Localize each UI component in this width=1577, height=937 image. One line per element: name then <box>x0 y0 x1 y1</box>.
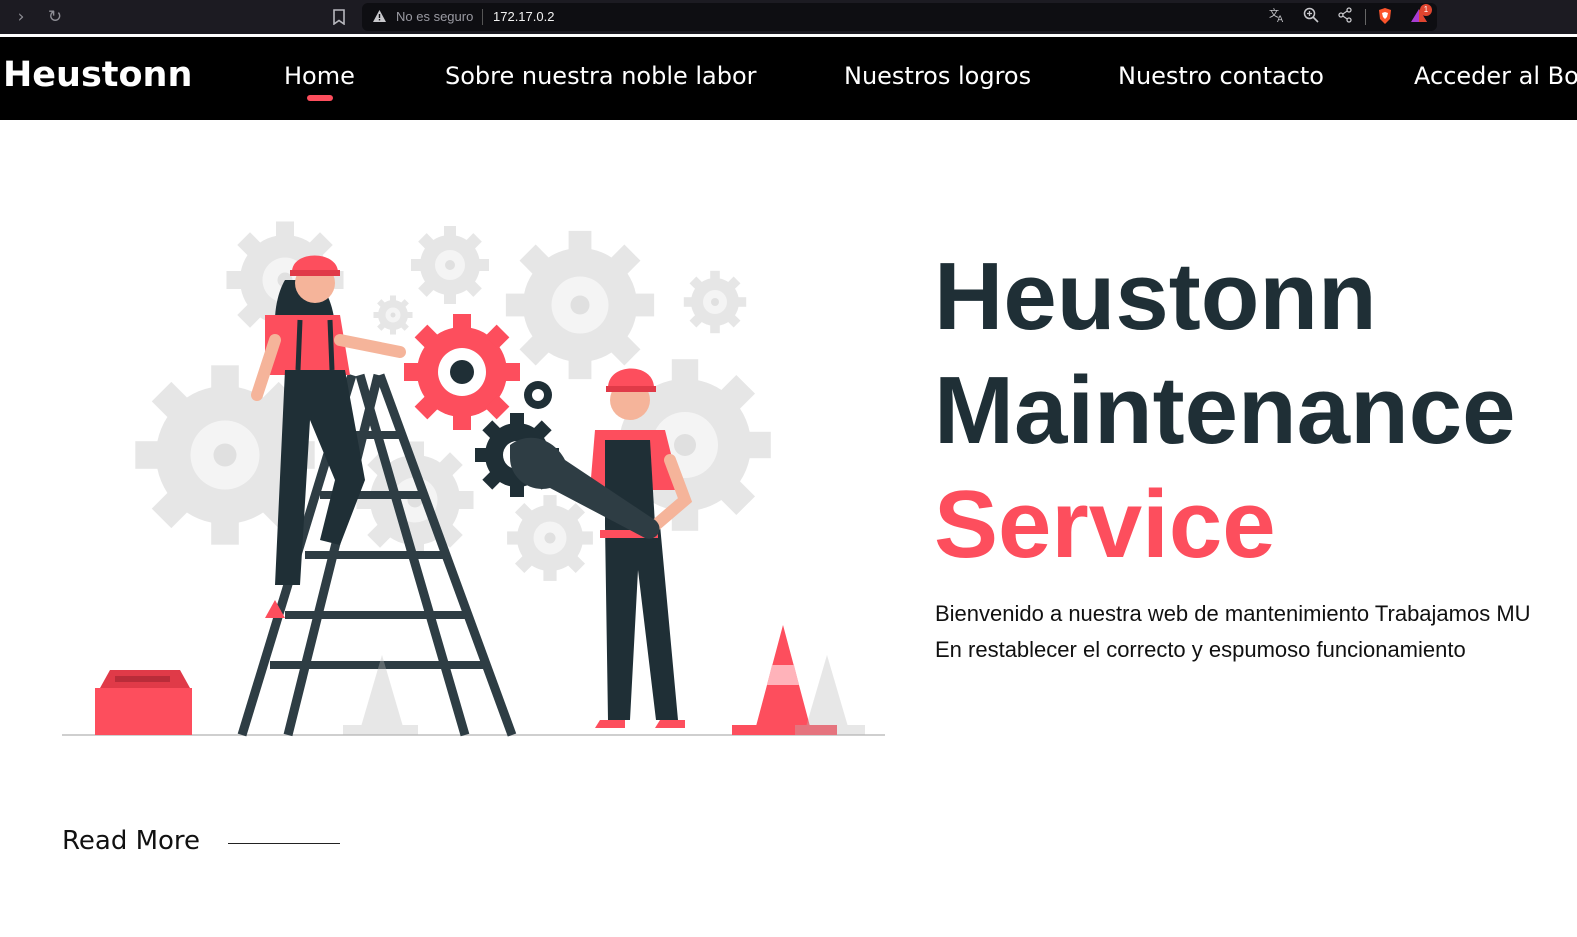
nav-item-acceder[interactable]: Acceder al Bo <box>1414 62 1577 90</box>
url-text[interactable]: 172.17.0.2 <box>493 9 554 24</box>
site-logo[interactable]: Heustonn <box>3 55 192 95</box>
read-more-link[interactable]: Read More <box>62 826 200 856</box>
nav-item-sobre[interactable]: Sobre nuestra noble labor <box>445 62 757 90</box>
hero-title-accent: Service <box>934 471 1276 578</box>
brave-shield-icon[interactable] <box>1375 7 1395 27</box>
warning-icon <box>372 9 387 28</box>
zoom-icon[interactable] <box>1301 7 1321 27</box>
background-gear <box>505 230 655 380</box>
svg-text:A: A <box>1277 15 1284 23</box>
nav-item-logros[interactable]: Nuestros logros <box>844 62 1031 90</box>
notification-badge: 1 <box>1420 4 1432 16</box>
hero-title-line1: Heustonn <box>934 243 1377 350</box>
background-gear <box>411 226 489 304</box>
hero-title-line2: Maintenance <box>934 357 1516 464</box>
reload-icon[interactable]: ↻ <box>44 6 66 28</box>
hero-title: Heustonn Maintenance Service <box>934 240 1515 582</box>
address-bar[interactable]: No es seguro 172.17.0.2 文A 1 <box>362 3 1437 31</box>
hero-desc-line1: Bienvenido a nuestra web de mantenimient… <box>935 601 1531 626</box>
share-icon[interactable] <box>1335 7 1355 27</box>
site-navbar: Heustonn Home Sobre nuestra noble labor … <box>0 37 1577 120</box>
toolbox <box>95 670 192 735</box>
security-label[interactable]: No es seguro <box>396 9 473 24</box>
translate-icon[interactable]: 文A <box>1267 7 1287 27</box>
nav-item-contacto[interactable]: Nuestro contacto <box>1118 62 1324 90</box>
background-gear <box>373 295 413 335</box>
divider <box>482 9 483 25</box>
read-more-line <box>228 843 340 844</box>
small-dark-gear <box>524 381 552 409</box>
hero-description: Bienvenido a nuestra web de mantenimient… <box>935 596 1531 668</box>
browser-toolbar: › ↻ No es seguro 172.17.0.2 文A 1 <box>0 0 1577 34</box>
forward-icon[interactable]: › <box>10 6 32 28</box>
active-indicator <box>307 95 333 101</box>
background-gear <box>683 270 747 334</box>
hero-desc-line2: En restablecer el correcto y espumoso fu… <box>935 637 1466 662</box>
bookmark-icon[interactable] <box>328 6 350 28</box>
background-gear <box>507 495 593 581</box>
maintenance-workers-illustration <box>62 221 885 737</box>
red-gear <box>404 314 520 430</box>
nav-item-home[interactable]: Home <box>284 62 355 90</box>
divider <box>1365 9 1366 25</box>
